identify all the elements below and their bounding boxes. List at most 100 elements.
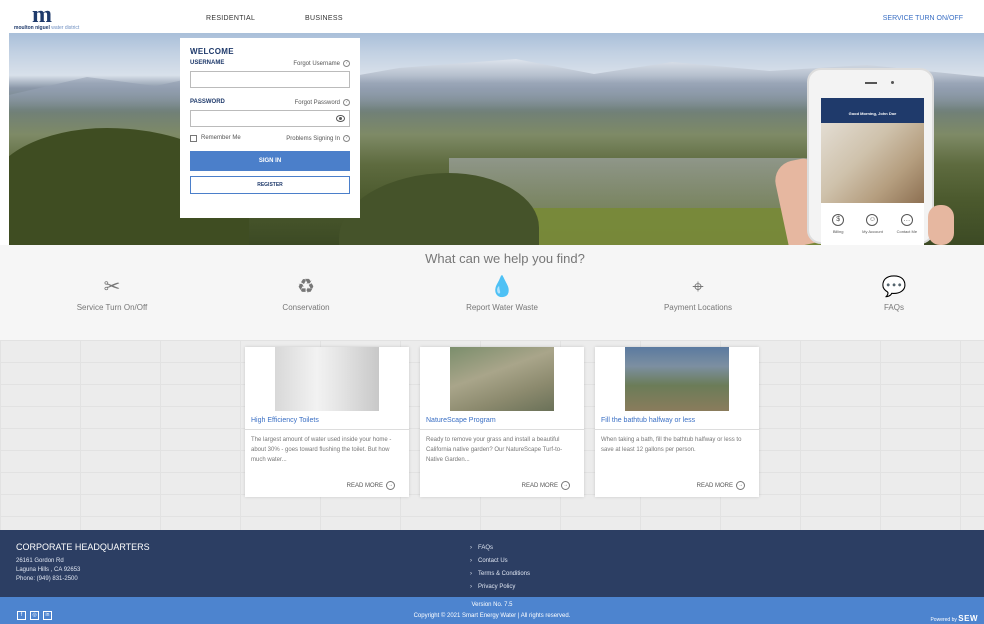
footer-link-contact[interactable]: › Contact Us — [470, 555, 530, 568]
card-naturescape[interactable]: NatureScape Program Ready to remove your… — [420, 347, 584, 497]
remember-row: Remember Me Problems Signing In? — [190, 134, 350, 144]
dollar-icon: $ — [832, 214, 845, 226]
phone-contact: … Contact Me — [890, 210, 924, 246]
top-header: m moulton niguel water district RESIDENT… — [0, 0, 984, 33]
login-panel: WELCOME USERNAME Forgot Username? PASSWO… — [180, 38, 360, 218]
help-item-label: Conservation — [282, 303, 330, 312]
phone-billing: $ Billing — [821, 210, 855, 246]
chevron-right-icon: › — [470, 584, 472, 590]
help-item-label: Payment Locations — [663, 303, 733, 312]
powered-by[interactable]: Powered by SEW — [930, 614, 978, 623]
location-pin-icon: ⌖ — [692, 276, 704, 298]
card-body: When taking a bath, fill the bathtub hal… — [601, 437, 742, 453]
password-label: PASSWORD — [190, 99, 225, 105]
chat-icon: … — [900, 214, 913, 226]
footer-link-terms[interactable]: › Terms & Conditions — [470, 568, 530, 581]
hq-title: CORPORATE HEADQUARTERS — [16, 542, 150, 552]
register-button[interactable]: REGISTER — [190, 176, 350, 194]
tools-icon: ✂ — [103, 276, 121, 298]
sign-in-button[interactable]: SIGN IN — [190, 151, 350, 171]
arrow-right-icon: → — [736, 481, 745, 490]
divider — [420, 429, 584, 430]
arrow-right-icon: → — [561, 481, 570, 490]
help-item-label: FAQs — [883, 303, 904, 312]
card-body: The largest amount of water used inside … — [251, 437, 392, 463]
card-toilets[interactable]: High Efficiency Toilets The largest amou… — [245, 347, 409, 497]
username-input[interactable] — [190, 71, 350, 88]
phone-screen: Good Morning, John Doe $ Billing ☺ My Acco… — [821, 98, 924, 246]
logo-text: moulton niguel water district — [14, 25, 80, 31]
footer: CORPORATE HEADQUARTERS 26161 Gordon Rd L… — [0, 530, 984, 597]
phone-icon-bar: $ Billing ☺ My Account … Contact Me — [821, 210, 924, 246]
chevron-right-icon: › — [470, 571, 472, 577]
phone-account: ☺ My Account — [855, 210, 889, 246]
help-item-conservation[interactable]: ♻ Conservation — [236, 275, 376, 312]
forgot-password-link[interactable]: Forgot Password? — [295, 99, 350, 106]
password-input[interactable] — [190, 110, 350, 127]
arrow-right-icon: → — [386, 481, 395, 490]
phone-account-label: My Account — [862, 229, 883, 234]
hq-address: 26161 Gordon Rd Laguna Hills , CA 92653 … — [16, 557, 80, 584]
tab-residential[interactable]: RESIDENTIAL — [206, 15, 255, 22]
card-body: Ready to remove your grass and install a… — [426, 437, 563, 463]
phone-number: Phone: (949) 831-2500 — [16, 576, 78, 582]
help-item-faqs[interactable]: 💬 FAQs — [824, 275, 964, 312]
read-more-link[interactable]: READ MORE → — [697, 481, 745, 490]
help-item-label: Service Turn On/Off — [76, 303, 148, 312]
version-text: Version No. 7.5 — [471, 602, 513, 608]
service-turn-link[interactable]: SERVICE TURN ON/OFF — [883, 15, 963, 22]
phone-screen-header: Good Morning, John Doe — [821, 98, 924, 123]
footer-links: › FAQs › Contact Us › Terms & Conditions › P… — [470, 542, 530, 594]
help-icon: ? — [343, 135, 350, 142]
help-item-label: Report Water Waste — [466, 303, 538, 312]
card-bathtub[interactable]: Fill the bathtub halfway or less When ta… — [595, 347, 759, 497]
chevron-right-icon: › — [470, 545, 472, 551]
forgot-username-link[interactable]: Forgot Username? — [293, 60, 350, 67]
problems-signing-in-link[interactable]: Problems Signing In? — [286, 135, 350, 142]
help-item-payment[interactable]: ⌖ Payment Locations — [628, 275, 768, 312]
phone-contact-label: Contact Me — [896, 229, 918, 234]
phone-greeting: Good Morning, John Doe — [848, 111, 897, 116]
card-image — [275, 347, 379, 411]
help-title: What can we help you find? — [425, 251, 585, 266]
eye-icon[interactable] — [336, 115, 345, 122]
user-icon: ☺ — [866, 214, 879, 226]
sew-logo: SEW — [958, 614, 978, 623]
help-icon: ? — [343, 60, 350, 67]
copyright-text: Copyright © 2021 Smart Energy Water | Al… — [413, 613, 571, 619]
card-title[interactable]: NatureScape Program — [426, 417, 496, 424]
read-more-link[interactable]: READ MORE → — [347, 481, 395, 490]
thumb-image — [928, 205, 954, 245]
phone-speaker — [865, 82, 877, 84]
address-line-1: 26161 Gordon Rd — [16, 558, 64, 564]
footer-link-privacy[interactable]: › Privacy Policy — [470, 581, 530, 594]
footer-link-faqs[interactable]: › FAQs — [470, 542, 530, 555]
bottom-bar: f ◎ in Version No. 7.5 Copyright © 2021 … — [0, 597, 984, 624]
address-line-2: Laguna Hills , CA 92653 — [16, 567, 81, 573]
help-item-service[interactable]: ✂ Service Turn On/Off — [42, 275, 182, 312]
chevron-right-icon: › — [470, 558, 472, 564]
logo-mark: m — [32, 2, 52, 28]
remember-me-checkbox[interactable] — [190, 135, 197, 142]
logo[interactable]: m moulton niguel water district — [14, 2, 86, 31]
username-row: USERNAME Forgot Username? — [190, 60, 350, 69]
password-row: PASSWORD Forgot Password? — [190, 99, 350, 108]
help-item-report-waste[interactable]: 💧 Report Water Waste — [432, 275, 572, 312]
remember-me-label[interactable]: Remember Me — [201, 135, 241, 141]
read-more-link[interactable]: READ MORE → — [522, 481, 570, 490]
username-label: USERNAME — [190, 60, 225, 66]
card-title[interactable]: Fill the bathtub halfway or less — [601, 417, 695, 424]
tab-business[interactable]: BUSINESS — [305, 15, 343, 22]
chat-icon: 💬 — [881, 276, 907, 298]
divider — [595, 429, 759, 430]
recycle-icon: ♻ — [297, 276, 315, 298]
phone-mockup: Good Morning, John Doe $ Billing ☺ My Acco… — [807, 68, 934, 246]
help-icon: ? — [343, 99, 350, 106]
divider — [245, 429, 409, 430]
phone-billing-label: Billing — [832, 229, 844, 234]
card-image — [450, 347, 554, 411]
water-drop-icon: 💧 — [489, 276, 515, 298]
phone-camera — [891, 81, 894, 84]
phone-screen-photo — [821, 123, 924, 203]
card-title[interactable]: High Efficiency Toilets — [251, 417, 319, 424]
